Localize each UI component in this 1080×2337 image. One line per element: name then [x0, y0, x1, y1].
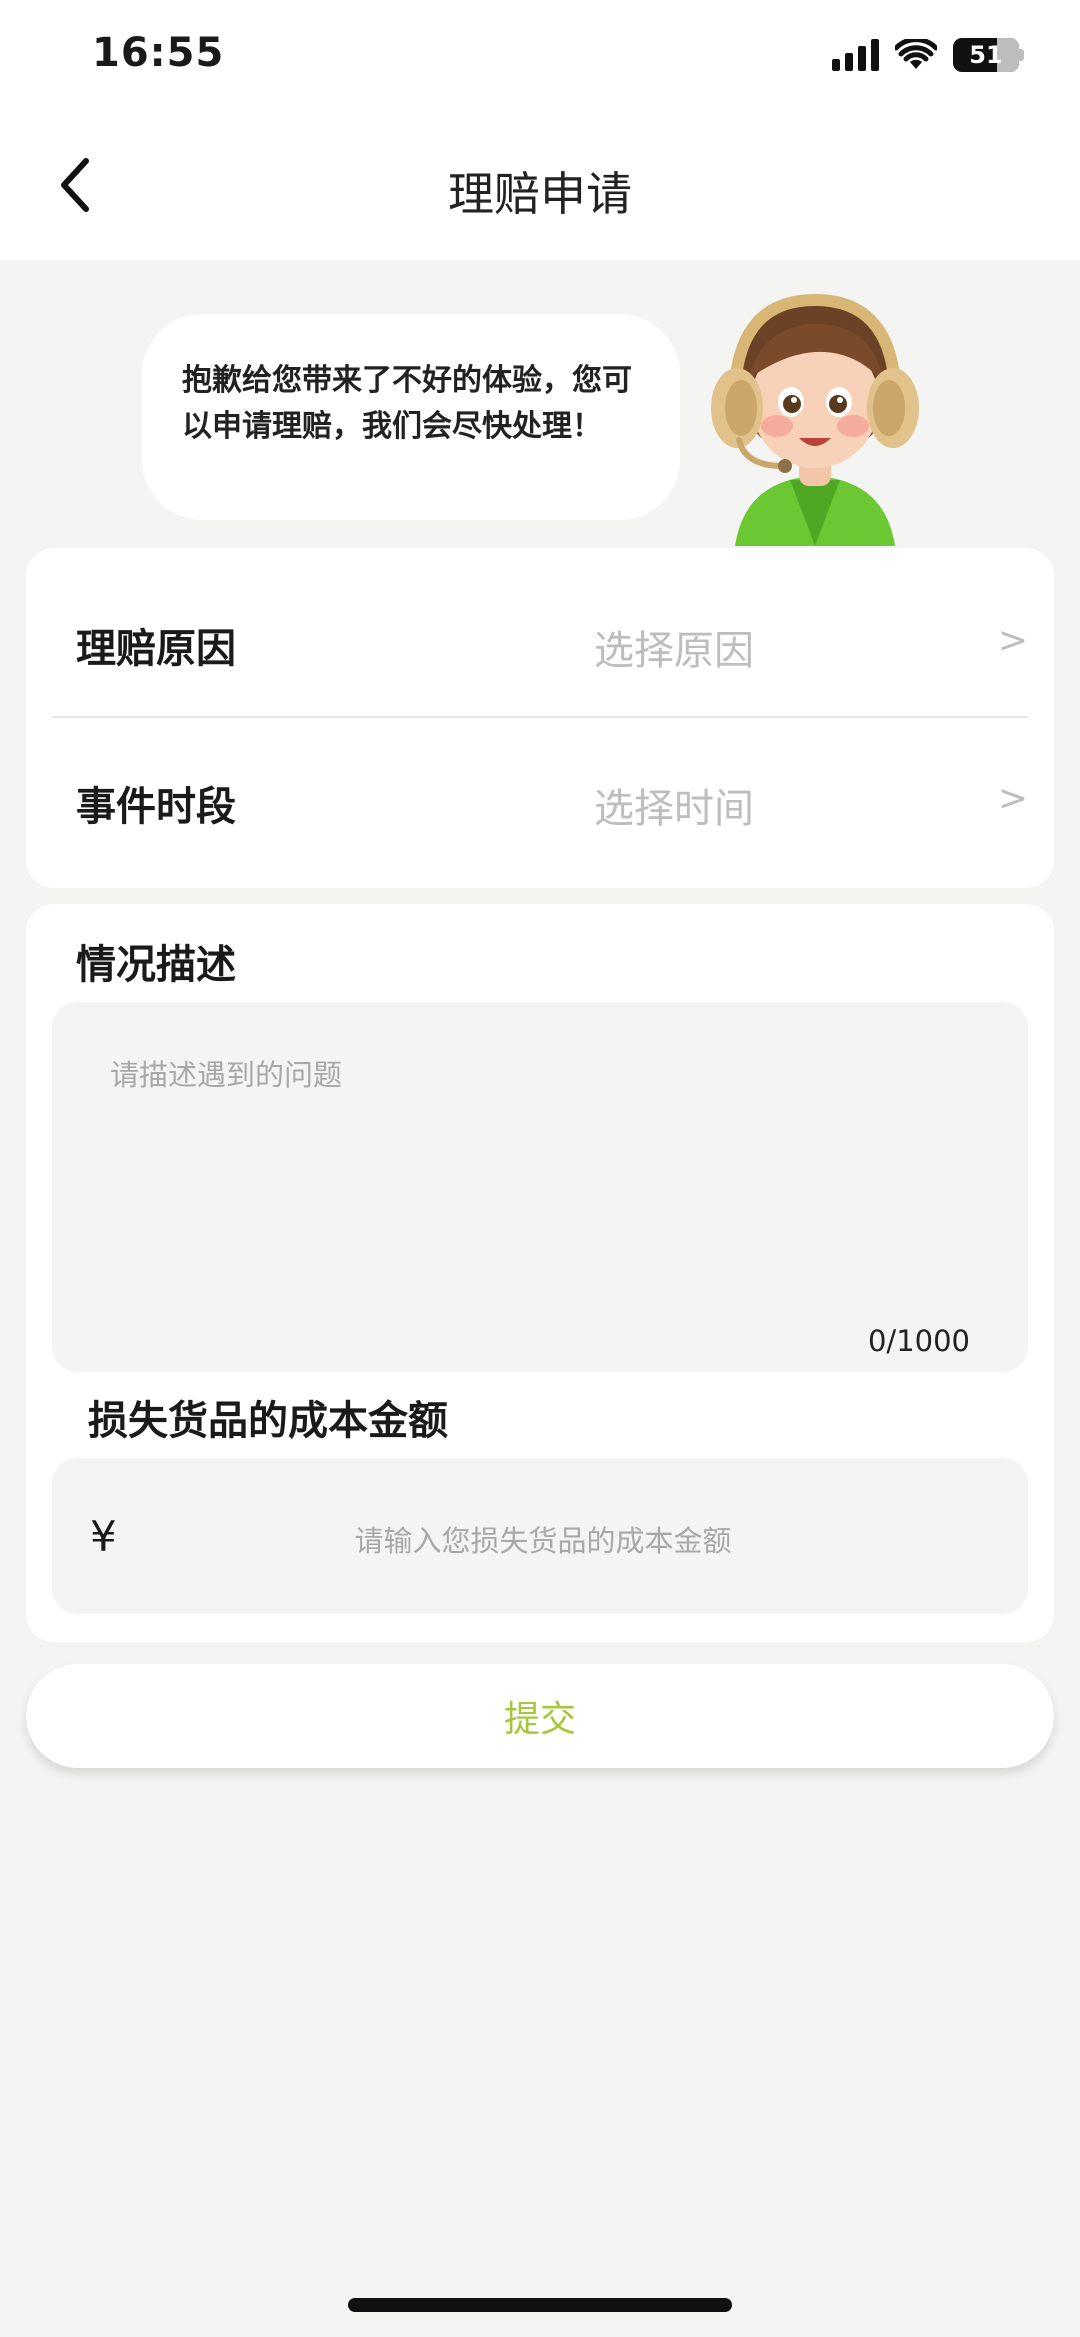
- claim-reason-row[interactable]: 理赔原因 选择原因 >: [26, 562, 1054, 722]
- customer-service-avatar: [711, 293, 919, 546]
- description-textarea[interactable]: 请描述遇到的问题 0/1000: [52, 1002, 1028, 1372]
- event-period-value: 选择时间: [594, 786, 754, 832]
- description-placeholder: 请描述遇到的问题: [110, 1058, 343, 1092]
- chevron-right-icon: >: [997, 778, 1028, 819]
- apology-speech-bubble: 抱歉给您带来了不好的体验，您可以申请理赔，我们会尽快处理！: [142, 314, 680, 520]
- wifi-icon: [895, 39, 937, 69]
- character-count: 0/1000: [867, 1324, 970, 1358]
- event-period-row[interactable]: 事件时段 选择时间 >: [26, 720, 1054, 880]
- event-period-label: 事件时段: [76, 784, 236, 830]
- loss-amount-title: 损失货品的成本金额: [88, 1398, 448, 1444]
- row-divider: [52, 716, 1028, 718]
- battery-level: 51: [953, 38, 1019, 72]
- loss-amount-input[interactable]: ¥ 请输入您损失货品的成本金额: [52, 1458, 1028, 1614]
- status-icons: 51: [832, 38, 1024, 72]
- claim-selection-card: 理赔原因 选择原因 > 事件时段 选择时间 >: [26, 548, 1054, 888]
- page-title: 理赔申请: [448, 167, 632, 221]
- chevron-right-icon: >: [997, 620, 1028, 661]
- top-bar: 16:55 51 理赔申请: [0, 0, 1080, 260]
- status-time: 16:55: [92, 30, 225, 76]
- claim-reason-value: 选择原因: [594, 628, 754, 674]
- description-title: 情况描述: [76, 942, 236, 988]
- submit-button[interactable]: 提交: [26, 1664, 1054, 1768]
- claim-application-page: 16:55 51 理赔申请 抱歉给您带来了不好的体验，您可以申请理赔，我们会尽快…: [0, 0, 1080, 2337]
- claim-detail-card: 情况描述 请描述遇到的问题 0/1000 损失货品的成本金额 ¥ 请输入您损失货…: [26, 904, 1054, 1642]
- battery-icon: 51: [953, 38, 1024, 72]
- signal-icon: [832, 39, 879, 71]
- loss-amount-placeholder: 请输入您损失货品的成本金额: [354, 1524, 732, 1558]
- claim-reason-label: 理赔原因: [76, 626, 236, 672]
- home-indicator[interactable]: [348, 2298, 732, 2312]
